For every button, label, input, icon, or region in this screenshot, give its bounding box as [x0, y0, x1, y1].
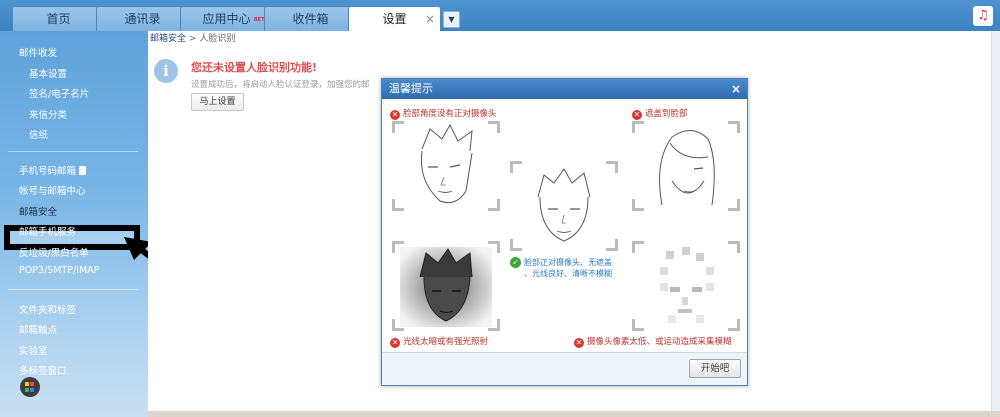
tips-dialog: 温馨提示 × ✕ 脸部角度没有正对摄像头 ✕ 遮盖到脸部 ✓ 脸部正对摄像头、无…: [381, 78, 748, 386]
info-icon: i: [154, 59, 178, 83]
caption-text: 、光线良好、清晰不模糊: [524, 269, 612, 278]
caption-dark: ✕ 光线太暗或有强光照射: [390, 335, 488, 348]
sidebar-item-mobile-mailbox[interactable]: 手机号码邮箱: [19, 163, 87, 177]
sidebar-item-multi-tab[interactable]: 多标签窗口: [19, 363, 67, 377]
watermark-text: 经验: [916, 331, 975, 364]
bottom-strip: [148, 411, 1000, 417]
tab-settings[interactable]: 设置 ×: [348, 6, 441, 32]
watermark-logo: Bai du 经验: [768, 326, 974, 366]
error-icon: ✕: [632, 110, 642, 120]
tab-home[interactable]: 首页: [12, 6, 105, 31]
face-sketch: [420, 123, 473, 204]
sidebar-item-mail-send-receive[interactable]: 邮件收发: [19, 45, 57, 59]
sidebar-item-basic-settings[interactable]: 基本设置: [29, 66, 67, 80]
main-scrollbar[interactable]: [991, 31, 1000, 411]
face-example-angled: [392, 121, 500, 211]
caption-text: 脸部角度没有正对摄像头: [403, 109, 497, 119]
error-icon: ✕: [390, 338, 400, 348]
caption-correct: ✓ 脸部正对摄像头、无遮盖 、光线良好、清晰不模糊: [510, 257, 628, 279]
sidebar-item-mailbox-security[interactable]: 邮箱安全: [19, 204, 57, 218]
sidebar-item-stationery[interactable]: 信纸: [29, 127, 48, 141]
face-example-blurry: [632, 241, 740, 331]
sidebar-item-mail-filter[interactable]: 来信分类: [29, 107, 67, 121]
breadcrumb-current: 人脸识别: [199, 34, 236, 44]
settings-sidebar: 邮件收发 基本设置 签名/电子名片 来信分类 信纸 手机号码邮箱 帐号与邮箱中心…: [0, 31, 148, 417]
dialog-footer: 开始吧: [382, 352, 747, 385]
caption-angle: ✕ 脸部角度没有正对摄像头: [390, 107, 497, 120]
breadcrumb-parent[interactable]: 邮箱安全: [150, 34, 186, 44]
caption-text: 遮盖到脸部: [645, 109, 688, 119]
phone-icon: [79, 166, 87, 175]
sidebar-item-lab[interactable]: 实验室: [19, 343, 48, 357]
check-icon: ✓: [510, 257, 521, 268]
caption-text: 摄像头像素太低、或运动造成采集模糊: [587, 337, 732, 347]
face-sketch: [400, 247, 492, 327]
caption-blur: ✕ 摄像头像素太低、或运动造成采集模糊: [574, 335, 732, 348]
apps-grid-icon[interactable]: [20, 377, 40, 397]
tab-app-center[interactable]: 应用中心 BETA: [180, 6, 273, 31]
watermark-url: jingyan.baidu.com: [772, 372, 874, 385]
face-example-dark: [392, 241, 500, 331]
tab-label: 首页: [46, 12, 71, 26]
music-icon[interactable]: ♫: [973, 6, 993, 26]
sidebar-item-account-center[interactable]: 帐号与邮箱中心: [19, 183, 86, 197]
sidebar-item-mobile-service[interactable]: 邮箱手机服务: [19, 224, 76, 238]
sidebar-item-folders-labels[interactable]: 文件夹和标签: [19, 302, 76, 316]
caption-text: 脸部正对摄像头、无遮盖: [524, 258, 612, 267]
sidebar-item-mail-touch[interactable]: 邮箱触点: [19, 322, 57, 336]
watermark-text: du: [861, 326, 913, 366]
breadcrumb-separator: >: [188, 34, 197, 44]
tab-more-dropdown[interactable]: ▼: [443, 11, 460, 28]
tab-label: 设置: [382, 12, 407, 26]
face-example-covered: [632, 121, 740, 211]
tab-label: 收件箱: [292, 12, 329, 26]
close-tab-icon[interactable]: ×: [425, 7, 435, 31]
face-sketch: [537, 168, 591, 242]
tab-label: 通讯录: [124, 12, 161, 26]
close-icon[interactable]: ×: [731, 79, 741, 99]
caption-covered: ✕ 遮盖到脸部: [632, 107, 688, 120]
tab-label: 应用中心: [202, 12, 251, 26]
chevron-down-icon: ▼: [448, 15, 455, 24]
sidebar-item-signature[interactable]: 签名/电子名片: [29, 86, 89, 100]
setup-now-button[interactable]: 马上设置: [191, 93, 244, 111]
dialog-header: 温馨提示 ×: [382, 79, 747, 99]
face-sketch: [660, 247, 714, 323]
start-button[interactable]: 开始吧: [689, 359, 741, 378]
face-sketch: [659, 130, 715, 206]
tab-inbox[interactable]: 收件箱: [264, 6, 357, 31]
watermark-text: Bai: [768, 326, 832, 366]
tab-bar: 首页 通讯录 应用中心 BETA 收件箱 设置 × ▼ ♫: [0, 0, 1000, 32]
error-icon: ✕: [390, 110, 400, 120]
tab-contacts[interactable]: 通讯录: [96, 6, 189, 31]
sidebar-item-anti-spam[interactable]: 反垃圾/黑白名单: [19, 245, 89, 259]
breadcrumb: 邮箱安全 > 人脸识别: [150, 31, 235, 44]
sidebar-item-pop3-smtp-imap[interactable]: POP3/SMTP/IMAP: [19, 265, 99, 276]
notice-title: 您还未设置人脸识别功能!: [191, 61, 318, 74]
notice-description: 设置成功后，将启动人脸认证登录，加强您的邮: [191, 80, 370, 90]
divider: [8, 151, 138, 152]
caption-text: 光线太暗或有强光照射: [403, 337, 489, 347]
sidebar-item-label: 手机号码邮箱: [19, 166, 77, 177]
error-icon: ✕: [574, 338, 584, 348]
dialog-title: 温馨提示: [389, 82, 433, 95]
face-example-correct: [510, 161, 618, 251]
